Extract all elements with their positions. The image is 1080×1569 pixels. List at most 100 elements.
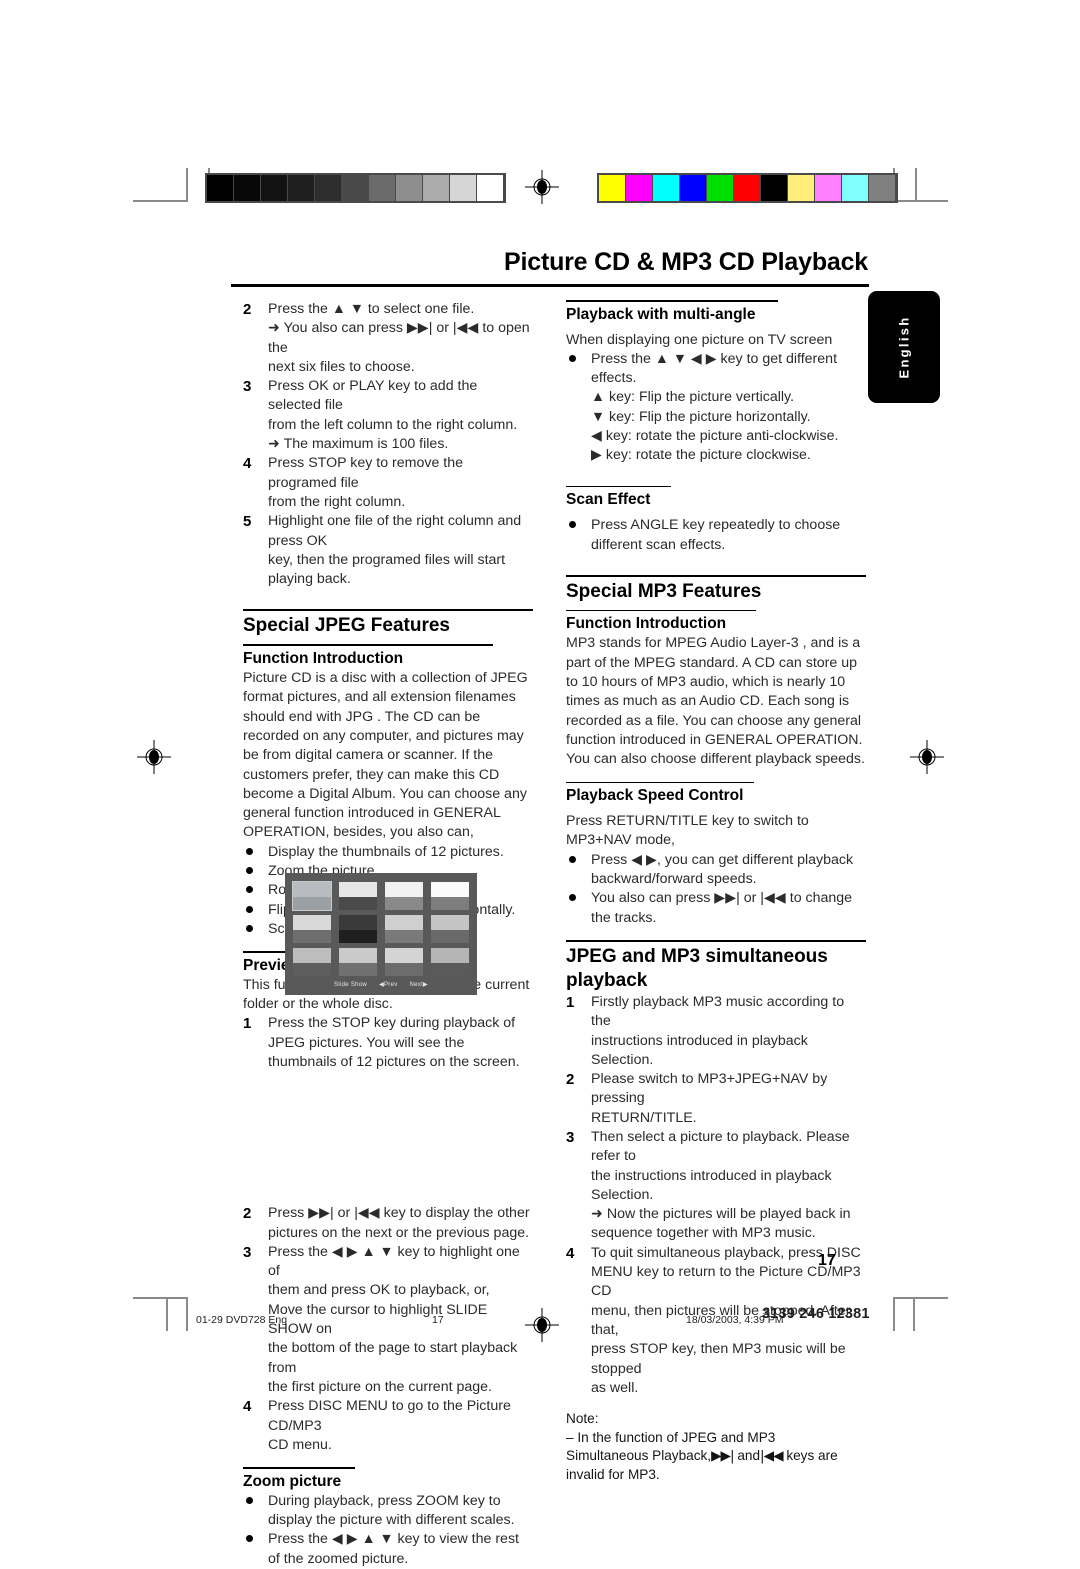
bullet-item: Press the ▲ ▼ ◀ ▶ key to get different e… bbox=[566, 350, 866, 389]
tv-menu-item[interactable]: Slide Show bbox=[334, 982, 367, 988]
thumbnail-image[interactable] bbox=[431, 882, 469, 910]
thumbnail-lower bbox=[431, 963, 469, 976]
language-tab: English bbox=[868, 291, 940, 403]
step-line: next six files to choose. bbox=[268, 358, 415, 375]
step-number: 4 bbox=[243, 1398, 252, 1416]
step-number: 3 bbox=[566, 1128, 575, 1146]
step-line: ➜ You also can press ▶▶| or |◀◀ to open … bbox=[268, 320, 530, 356]
thumbnail-image[interactable] bbox=[385, 948, 423, 976]
step-line: ➜ Now the pictures will be played back i… bbox=[591, 1206, 851, 1223]
bullet-item: Press the ◀ ▶ ▲ ▼ key to view the rest o… bbox=[243, 1530, 533, 1569]
bullet-dot-icon bbox=[569, 855, 576, 863]
bullet-item: Display the thumbnails of 12 pictures. bbox=[243, 843, 533, 862]
step-line: Press the ▲ ▼ to select one file. bbox=[268, 301, 475, 317]
footer-page-number: 17 bbox=[432, 1314, 444, 1326]
numbered-step: 4 Press DISC MENU to go to the Picture CD… bbox=[243, 1397, 533, 1455]
thumbnail-lower bbox=[431, 930, 469, 943]
language-tab-label: English bbox=[896, 315, 912, 379]
bullet-dot-icon bbox=[246, 924, 253, 932]
mp3-function-intro-body: MP3 stands for MPEG Audio Layer-3 , and … bbox=[566, 635, 865, 768]
thumbnail-image[interactable] bbox=[293, 948, 331, 976]
multi-angle-key-line: ◀ key: rotate the picture anti-clockwise… bbox=[591, 428, 839, 445]
step-number: 3 bbox=[243, 378, 252, 396]
simultaneous-heading: JPEG and MP3 simultaneous playback bbox=[566, 945, 828, 991]
bullet-text: During playback, press ZOOM key to displ… bbox=[268, 1492, 515, 1529]
multi-angle-key-line: ▲ key: Flip the picture vertically. bbox=[591, 389, 795, 406]
thumbnail-image[interactable] bbox=[339, 948, 377, 976]
special-mp3-heading: Special MP3 Features bbox=[566, 580, 762, 602]
thumbnail-upper bbox=[339, 882, 377, 898]
step-line: sequence together with MP3 music. bbox=[591, 1225, 816, 1242]
step-number: 1 bbox=[566, 993, 575, 1011]
thumbnail-lower bbox=[293, 963, 331, 976]
title-divider bbox=[231, 284, 869, 287]
special-mp3-divider bbox=[566, 574, 866, 577]
step-number: 1 bbox=[243, 1015, 252, 1033]
step-number: 3 bbox=[243, 1243, 252, 1261]
tv-menu-item[interactable]: ◀Prev bbox=[379, 982, 397, 988]
bullet-dot-icon bbox=[246, 867, 253, 875]
note-line-2-a: Simultaneous Playback, bbox=[566, 1448, 712, 1464]
tv-menu-item[interactable]: Next▶ bbox=[410, 982, 428, 988]
jpeg-function-intro-heading: Function Introduction bbox=[243, 650, 404, 668]
thumbnail-lower bbox=[339, 963, 377, 976]
thumbnail-upper bbox=[385, 948, 423, 964]
thumbnail-upper bbox=[385, 915, 423, 931]
step-line: them and press OK to playback, or, bbox=[268, 1282, 490, 1299]
bullet-dot-icon bbox=[569, 354, 576, 362]
zoom-picture-divider bbox=[243, 1467, 355, 1469]
thumbnail-image[interactable] bbox=[431, 915, 469, 943]
step-line: Move the cursor to highlight SLIDE SHOW … bbox=[268, 1301, 488, 1338]
special-jpeg-heading: Special JPEG Features bbox=[243, 615, 450, 637]
step-number: 5 bbox=[243, 513, 252, 531]
thumbnail-upper bbox=[339, 915, 377, 931]
bullet-dot-icon bbox=[246, 905, 253, 913]
thumbnail-upper bbox=[339, 948, 377, 964]
numbered-step: 2 Press ▶▶| or |◀◀ key to display the oth… bbox=[243, 1204, 533, 1243]
note-line-1: – In the function of JPEG and MP3 bbox=[566, 1429, 776, 1445]
thumbnail-lower bbox=[431, 897, 469, 910]
thumbnail-image[interactable] bbox=[339, 915, 377, 943]
note-line-2: Simultaneous Playback,▶▶| and|◀◀ keys ar… bbox=[566, 1447, 866, 1466]
thumbnail-image[interactable] bbox=[339, 882, 377, 910]
thumbnail-image[interactable] bbox=[385, 915, 423, 943]
step-line: Then select a picture to playback. Pleas… bbox=[591, 1128, 850, 1165]
step-line: from the right column. bbox=[268, 493, 406, 510]
step-line: pictures on the next or the previous pag… bbox=[268, 1224, 530, 1241]
page-title: Picture CD & MP3 CD Playback bbox=[504, 248, 868, 276]
bullet-dot-icon bbox=[246, 1535, 253, 1543]
bullet-item: Press ANGLE key repeatedly to choose dif… bbox=[566, 516, 866, 555]
step-line: instructions introduced in playback Sele… bbox=[591, 1032, 808, 1068]
thumbnail-upper bbox=[431, 882, 469, 898]
step-line: Press the ◀ ▶ ▲ ▼ key to highlight one o… bbox=[268, 1243, 520, 1280]
mp3-function-intro-heading: Function Introduction bbox=[566, 615, 727, 633]
thumbnail-image[interactable] bbox=[292, 881, 332, 911]
thumbnail-image[interactable] bbox=[385, 882, 423, 910]
special-jpeg-divider bbox=[243, 609, 533, 612]
playback-speed-bullets: Press ◀ ▶, you can get different playbac… bbox=[566, 851, 866, 928]
thumbnail-image[interactable] bbox=[293, 915, 331, 943]
thumbnail-lower bbox=[385, 897, 423, 910]
thumbnail-upper bbox=[293, 948, 331, 964]
playback-speed-divider bbox=[566, 781, 754, 784]
tv-thumbnail-preview: Slide Show ◀Prev Next▶ bbox=[285, 873, 477, 995]
bullet-item: During playback, press ZOOM key to displ… bbox=[243, 1492, 533, 1531]
simultaneous-steps-list: 1 Firstly playback MP3 music according to… bbox=[566, 993, 866, 1398]
step-line: Please switch to MP3+JPEG+NAV by pressin… bbox=[591, 1071, 828, 1107]
footer-document-code: 3139 246 12381 bbox=[762, 1306, 870, 1322]
thumbnail-image[interactable] bbox=[431, 948, 469, 976]
bullet-item: You also can press ▶▶| or |◀◀ to change … bbox=[566, 889, 866, 928]
numbered-step: 1 Firstly playback MP3 music according to… bbox=[566, 993, 866, 1070]
step-number: 4 bbox=[243, 455, 252, 473]
step-line: Press ▶▶| or |◀◀ key to display the othe… bbox=[268, 1205, 530, 1222]
continued-steps-list: 2 Press the ▲ ▼ to select one file. ➜ You … bbox=[243, 300, 533, 589]
step-line: from the left column to the right column… bbox=[268, 416, 518, 433]
bullet-dot-icon bbox=[246, 847, 253, 855]
thumbnail-upper bbox=[385, 882, 423, 898]
bullet-text: Press ANGLE key repeatedly to choose dif… bbox=[591, 517, 841, 553]
thumbnail-upper bbox=[293, 915, 331, 931]
multi-angle-key-list: ▲ key: Flip the picture vertically. ▼ key… bbox=[566, 388, 866, 465]
step-line: Press OK or PLAY key to add the selected… bbox=[268, 378, 478, 414]
bullet-text: Press ◀ ▶, you can get different playbac… bbox=[591, 851, 854, 888]
note-line-2-d: keys are bbox=[782, 1448, 838, 1464]
